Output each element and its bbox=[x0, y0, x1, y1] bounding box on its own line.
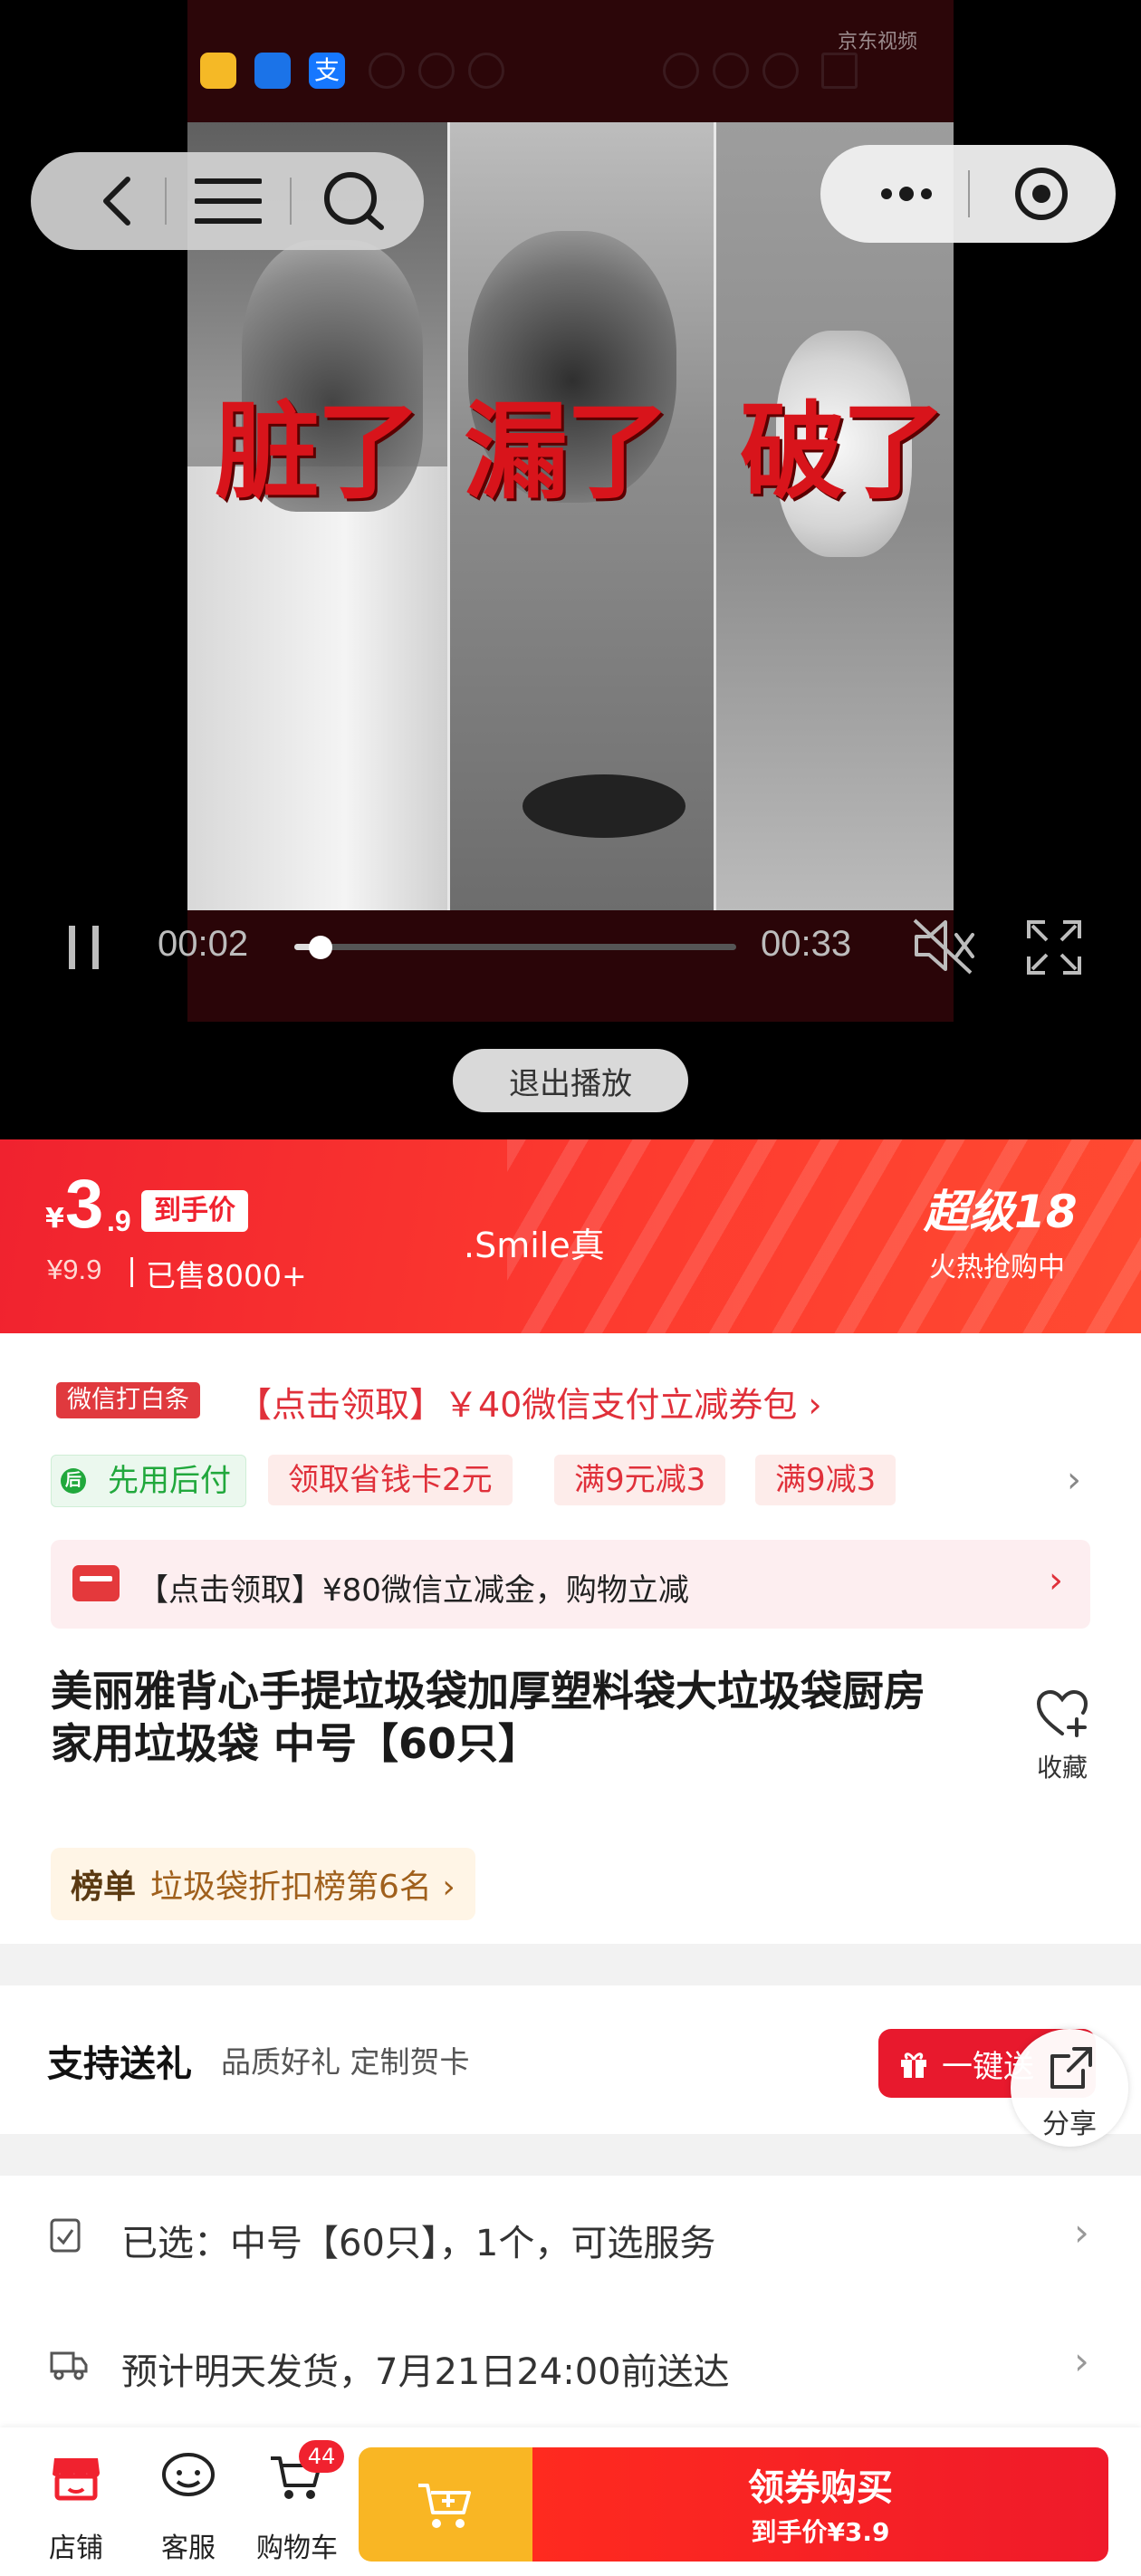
muted-speaker-icon bbox=[913, 918, 974, 975]
ranking-badge[interactable]: 榜单 垃圾袋折扣榜第6名 › bbox=[51, 1848, 475, 1920]
fullscreen-icon bbox=[1027, 920, 1081, 975]
wechat-coupon-link[interactable]: 【点击领取】￥40微信支付立减券包 › bbox=[237, 1377, 822, 1427]
shop-nickname: .Smile真 bbox=[464, 1226, 605, 1265]
video-caption-dirty: 脏了 bbox=[215, 391, 421, 514]
price-decimal: .9 bbox=[107, 1205, 131, 1237]
delivery-row[interactable]: 预计明天发货，7月21日24:00前送达 › bbox=[0, 2304, 1141, 2422]
current-time: 00:02 bbox=[158, 924, 249, 964]
exit-playback-button[interactable]: 退出播放 bbox=[453, 1049, 688, 1112]
shop-icon bbox=[53, 2458, 100, 2501]
signal-status-icon bbox=[821, 53, 858, 89]
video-player[interactable]: 支 京东视频 脏了 漏了 破了 00:02 00:33 退出播放 bbox=[0, 0, 1141, 1139]
price-separator: | bbox=[127, 1252, 138, 1287]
eye-status-icon bbox=[418, 53, 455, 89]
chevron-right-icon: › bbox=[1049, 1560, 1063, 1601]
pay-later-icon: 后 bbox=[61, 1468, 86, 1494]
price-yen: ¥ bbox=[45, 1203, 64, 1235]
video-caption-broken: 破了 bbox=[740, 391, 946, 514]
mute-button[interactable] bbox=[911, 917, 976, 978]
menu-icon bbox=[195, 178, 262, 224]
nav-capsule-left bbox=[31, 152, 424, 250]
bluetooth-status-icon bbox=[713, 53, 749, 89]
product-info-card: 微信打白条 【点击领取】￥40微信支付立减券包 › 后 先用后付 领取省钱卡2元… bbox=[0, 1333, 1141, 1944]
final-price-tag: 到手价 bbox=[141, 1190, 248, 1232]
gift-card: 支持送礼 品质好礼 定制贺卡 一键送 bbox=[0, 1985, 1141, 2134]
truck-icon bbox=[50, 2351, 88, 2380]
wechat-discount-bar[interactable]: 【点击领取】¥80微信立减金，购物立减 › bbox=[51, 1540, 1090, 1629]
checklist-icon bbox=[50, 2218, 81, 2253]
service-tab[interactable]: 客服 bbox=[134, 2438, 243, 2564]
customer-service-icon bbox=[162, 2453, 215, 2496]
service-label: 客服 bbox=[161, 2533, 216, 2564]
bottom-action-bar: 店铺 客服 购物车 44 领券购买 到手价¥3.9 bbox=[0, 2427, 1141, 2576]
share-icon bbox=[1050, 2047, 1092, 2089]
nav-capsule-right bbox=[820, 145, 1116, 243]
more-button[interactable] bbox=[839, 145, 974, 243]
alarm-status-icon bbox=[663, 53, 699, 89]
shop-label: 店铺 bbox=[49, 2533, 103, 2564]
progress-bar[interactable] bbox=[294, 936, 736, 959]
gift-subtitle: 品质好礼 定制贺卡 bbox=[221, 2044, 470, 2080]
price-integer: 3 bbox=[65, 1166, 104, 1243]
menu-button[interactable] bbox=[176, 152, 281, 250]
buy-now-button[interactable]: 领券购买 到手价¥3.9 bbox=[532, 2447, 1108, 2562]
gift-title: 支持送礼 bbox=[47, 2043, 192, 2085]
add-to-cart-button[interactable] bbox=[359, 2447, 532, 2562]
sold-count: 已售8000+ bbox=[146, 1258, 307, 1293]
pay-later-label: 先用后付 bbox=[108, 1463, 231, 1499]
share-button[interactable]: 分享 bbox=[1011, 2029, 1128, 2147]
ranking-text: 垃圾袋折扣榜第6名 › bbox=[150, 1869, 455, 1906]
promo-chip-discount-1[interactable]: 满9元减3 bbox=[554, 1455, 726, 1505]
ranking-title: 榜单 bbox=[71, 1869, 137, 1906]
search-icon bbox=[324, 172, 384, 230]
weather-app-icon bbox=[254, 53, 291, 89]
mail-app-icon bbox=[200, 53, 236, 89]
ghost-status-icon bbox=[369, 53, 405, 89]
search-button[interactable] bbox=[299, 152, 408, 250]
close-miniprogram-button[interactable] bbox=[978, 145, 1105, 243]
promo-more-arrow[interactable]: › bbox=[1067, 1455, 1081, 1505]
buy-label: 领券购买 bbox=[748, 2467, 893, 2509]
nfc-status-icon bbox=[468, 53, 504, 89]
favorite-label: 收藏 bbox=[1036, 1753, 1088, 1783]
shop-tab[interactable]: 店铺 bbox=[22, 2438, 130, 2564]
original-price: ¥9.9 bbox=[47, 1254, 102, 1285]
fullscreen-button[interactable] bbox=[1023, 917, 1085, 982]
promo-chip-savings-card[interactable]: 领取省钱卡2元 bbox=[268, 1455, 513, 1505]
pay-later-badge[interactable]: 后 先用后付 bbox=[51, 1455, 246, 1507]
promo-chip-discount-2[interactable]: 满9减3 bbox=[755, 1455, 896, 1505]
pause-icon bbox=[69, 926, 99, 969]
favorite-button[interactable]: 收藏 bbox=[1023, 1688, 1101, 1784]
chevron-right-icon: › bbox=[1074, 2339, 1089, 2383]
price-banner: ¥ 3 .9 到手价 ¥9.9 | 已售8000+ .Smile真 超级18 火… bbox=[0, 1139, 1141, 1333]
delivery-text: 预计明天发货，7月21日24:00前送达 bbox=[121, 2351, 730, 2393]
heart-plus-icon bbox=[1036, 1689, 1088, 1737]
add-cart-icon bbox=[418, 2484, 471, 2528]
super18-logo: 超级18 bbox=[924, 1186, 1078, 1238]
more-icon bbox=[881, 187, 932, 201]
product-title: 美丽雅背心手提垃圾袋加厚塑料袋大垃圾袋厨房家用垃圾袋 中号【60只】 bbox=[51, 1667, 925, 1768]
super18-subtitle: 火热抢购中 bbox=[929, 1252, 1065, 1283]
alipay-app-icon: 支 bbox=[309, 53, 345, 89]
spec-selected-text: 已选：中号【60只】，1个，可选服务 bbox=[121, 2223, 716, 2264]
share-label: 分享 bbox=[1042, 2109, 1097, 2140]
buy-final-price: 到手价¥3.9 bbox=[751, 2517, 890, 2547]
wechat-discount-text: 【点击领取】¥80微信立减金，购物立减 bbox=[138, 1572, 689, 1609]
cart-count-badge: 44 bbox=[299, 2440, 344, 2473]
back-button[interactable] bbox=[67, 152, 167, 250]
spec-selected-row[interactable]: 已选：中号【60只】，1个，可选服务 › bbox=[0, 2176, 1141, 2293]
cart-label: 购物车 bbox=[256, 2533, 338, 2564]
video-caption-leak: 漏了 bbox=[464, 391, 670, 514]
wechat-credit-tag: 微信打白条 bbox=[56, 1382, 200, 1418]
close-target-icon bbox=[1015, 168, 1068, 220]
gift-icon bbox=[901, 2052, 926, 2078]
pause-button[interactable] bbox=[65, 922, 105, 976]
video-status-strip: 支 京东视频 bbox=[187, 0, 954, 122]
duration-time: 00:33 bbox=[761, 924, 852, 964]
back-icon bbox=[103, 177, 130, 226]
jd-video-logo: 京东视频 bbox=[837, 31, 917, 53]
wifi-status-icon bbox=[762, 53, 799, 89]
chevron-right-icon: › bbox=[1074, 2210, 1089, 2254]
card-icon bbox=[72, 1565, 120, 1601]
